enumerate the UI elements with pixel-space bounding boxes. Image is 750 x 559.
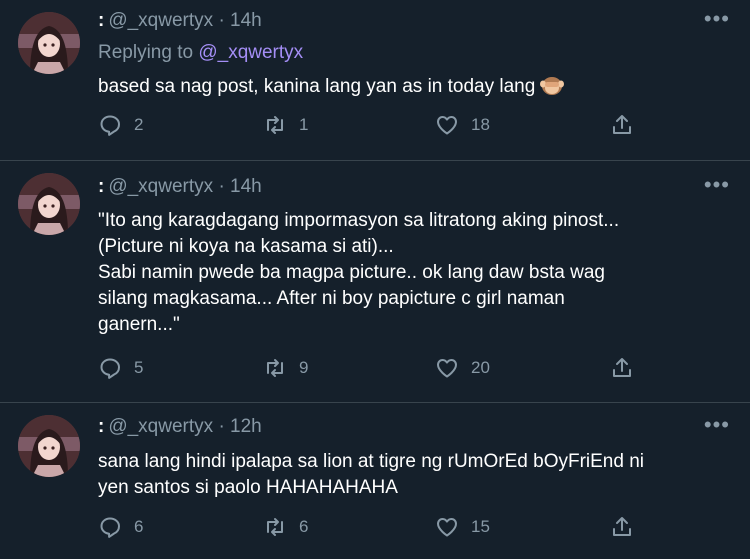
avatar[interactable] bbox=[18, 173, 80, 235]
like-count: 18 bbox=[471, 115, 490, 134]
tweet-header: : @_xqwertyx · 12h bbox=[98, 416, 262, 437]
share-button[interactable] bbox=[610, 356, 646, 380]
replying-to: Replying to @_xqwertyx bbox=[98, 42, 304, 63]
see-no-evil-monkey-icon bbox=[539, 74, 565, 96]
like-count: 15 bbox=[471, 517, 490, 536]
reply-count: 6 bbox=[134, 517, 144, 536]
tweet-text: "Ito ang karagdagang impormasyon sa litr… bbox=[98, 210, 620, 335]
avatar[interactable] bbox=[18, 415, 80, 477]
reply-icon bbox=[100, 358, 120, 379]
retweet-button[interactable]: 1 bbox=[263, 113, 308, 137]
tweet-header: : @_xqwertyx · 14h bbox=[98, 10, 262, 31]
reply-button[interactable]: 2 bbox=[98, 113, 143, 137]
retweet-icon bbox=[267, 359, 283, 377]
separator: · bbox=[218, 416, 225, 437]
timestamp[interactable]: 12h bbox=[230, 416, 262, 437]
reply-button[interactable]: 6 bbox=[98, 515, 143, 539]
tweet-actions: 2 1 18 bbox=[98, 113, 658, 141]
like-count: 20 bbox=[471, 358, 490, 377]
retweet-count: 6 bbox=[299, 517, 309, 536]
tweet[interactable]: : @_xqwertyx · 14h ••• Replying to @_xqwe… bbox=[0, 0, 750, 155]
share-icon bbox=[613, 358, 631, 377]
retweet-count: 9 bbox=[299, 358, 309, 377]
retweet-count: 1 bbox=[299, 115, 309, 134]
tweet-text: sana lang hindi ipalapa sa lion at tigre… bbox=[98, 451, 645, 498]
reply-count: 5 bbox=[134, 358, 144, 377]
like-button[interactable]: 18 bbox=[435, 113, 490, 137]
like-icon bbox=[437, 116, 457, 135]
separator: · bbox=[218, 10, 225, 31]
reply-icon bbox=[100, 517, 120, 538]
user-handle[interactable]: @_xqwertyx bbox=[108, 416, 213, 437]
tweet[interactable]: : @_xqwertyx · 14h ••• "Ito ang karagdaga… bbox=[0, 161, 750, 401]
more-icon[interactable]: ••• bbox=[704, 412, 730, 438]
tweet-actions: 6 6 15 bbox=[98, 515, 658, 543]
mention-link[interactable]: @_xqwertyx bbox=[198, 42, 303, 63]
reply-count: 2 bbox=[134, 115, 144, 134]
timestamp[interactable]: 14h bbox=[230, 10, 262, 31]
tweet-actions: 5 9 20 bbox=[98, 356, 658, 384]
reply-button[interactable]: 5 bbox=[98, 356, 143, 380]
retweet-icon bbox=[267, 518, 283, 536]
more-icon[interactable]: ••• bbox=[704, 172, 730, 198]
like-button[interactable]: 15 bbox=[435, 515, 490, 539]
user-handle[interactable]: @_xqwertyx bbox=[108, 10, 213, 31]
separator: · bbox=[218, 176, 225, 197]
user-handle[interactable]: @_xqwertyx bbox=[108, 176, 213, 197]
retweet-button[interactable]: 9 bbox=[263, 356, 308, 380]
share-icon bbox=[613, 115, 631, 134]
like-icon bbox=[437, 359, 457, 378]
share-button[interactable] bbox=[610, 515, 646, 539]
like-icon bbox=[437, 518, 457, 537]
reply-icon bbox=[100, 115, 120, 136]
tweet-text: based sa nag post, kanina lang yan as in… bbox=[98, 74, 718, 100]
share-button[interactable] bbox=[610, 113, 646, 137]
timestamp[interactable]: 14h bbox=[230, 176, 262, 197]
avatar[interactable] bbox=[18, 12, 80, 74]
retweet-icon bbox=[267, 116, 283, 134]
retweet-button[interactable]: 6 bbox=[263, 515, 308, 539]
tweet[interactable]: : @_xqwertyx · 12h ••• sana lang hindi ip… bbox=[0, 403, 750, 559]
share-icon bbox=[613, 517, 631, 536]
tweet-header: : @_xqwertyx · 14h bbox=[98, 176, 262, 197]
like-button[interactable]: 20 bbox=[435, 356, 490, 380]
more-icon[interactable]: ••• bbox=[704, 6, 730, 32]
